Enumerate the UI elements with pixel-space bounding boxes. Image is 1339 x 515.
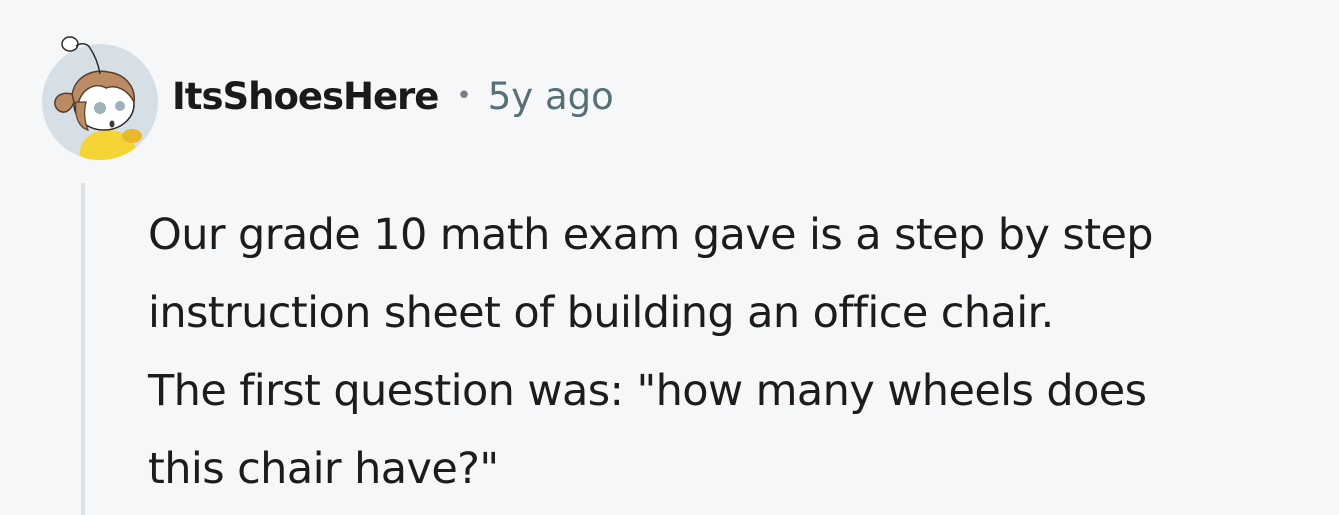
comment-body-line: The first question was: "how many wheels… (148, 366, 1147, 416)
meta-separator: • (456, 81, 472, 111)
author-username[interactable]: ItsShoesHere (172, 75, 439, 118)
avatar[interactable] (36, 32, 164, 160)
comment-body-line: instruction sheet of building an office … (148, 288, 1054, 338)
snoo-avatar-icon (42, 36, 158, 160)
comment-header: ItsShoesHere • 5y ago (36, 30, 614, 162)
comment-body-line: Our grade 10 math exam gave is a step by… (148, 210, 1154, 260)
comment-timestamp[interactable]: 5y ago (488, 75, 614, 118)
thread-line[interactable] (81, 183, 85, 515)
comment-body: Our grade 10 math exam gave is a step by… (148, 196, 1328, 508)
comment-body-line: this chair have?" (148, 444, 499, 494)
comment: ItsShoesHere • 5y ago Our grade 10 math … (0, 0, 1339, 515)
